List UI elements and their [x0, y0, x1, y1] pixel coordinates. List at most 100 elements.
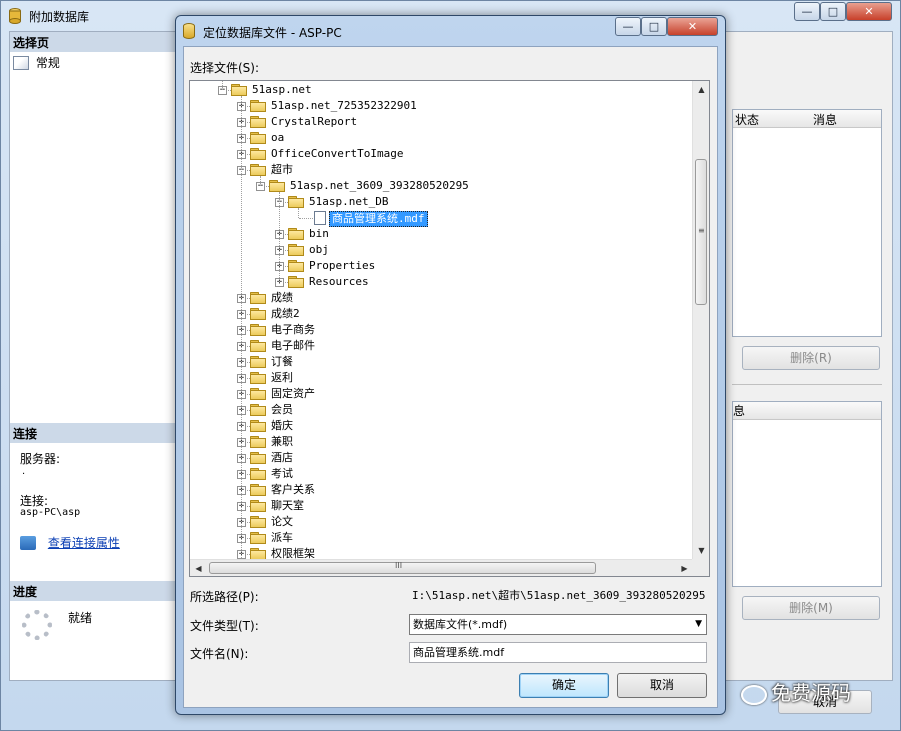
scroll-down-icon[interactable]: ▼	[693, 542, 709, 559]
tree-file-item[interactable]: 商品管理系统.mdf	[190, 210, 693, 227]
grip-icon: ≡	[698, 226, 705, 235]
selected-path-field[interactable]: I:\51asp.net\超市\51asp.net_3609_393280520…	[409, 586, 707, 606]
tree-folder-item[interactable]: + 成绩	[190, 290, 693, 306]
tree-folder-item[interactable]: + OfficeConvertToImage	[190, 146, 693, 162]
tree-item-label: 酒店	[271, 451, 293, 464]
tree-folder-item[interactable]: + 会员	[190, 402, 693, 418]
locate-database-files-dialog: 定位数据库文件 - ASP-PC — □ ✕ 选择文件(S): −51asp.n…	[175, 15, 726, 715]
scrollbar-thumb[interactable]: III	[209, 561, 596, 574]
tree-guide-line	[298, 208, 299, 218]
tree-folder-item[interactable]: + Resources	[190, 274, 693, 290]
folder-icon	[250, 372, 266, 384]
window-title: 附加数据库	[29, 10, 90, 24]
folder-icon	[250, 548, 266, 559]
tree-folder-item[interactable]: −51asp.net_DB	[190, 194, 693, 210]
file-icon	[314, 211, 326, 225]
connection-header: 连接	[10, 423, 176, 443]
watermark-text: 免费源码	[771, 681, 851, 705]
folder-icon	[250, 388, 266, 400]
maximize-button[interactable]: □	[641, 17, 667, 36]
tree-guide-line	[222, 81, 223, 90]
folder-icon	[250, 484, 266, 496]
scroll-left-icon[interactable]: ◀	[190, 560, 207, 576]
wechat-icon	[741, 684, 767, 705]
tree-folder-item[interactable]: + 论文	[190, 514, 693, 530]
view-connection-properties-label: 查看连接属性	[47, 536, 120, 550]
page-icon	[13, 55, 29, 70]
server-label: 服务器:	[20, 452, 61, 466]
tree-item-label: 派车	[271, 531, 293, 544]
nav-item-general[interactable]: 常规	[13, 54, 60, 70]
folder-icon	[231, 84, 247, 96]
tree-folder-item[interactable]: + 成绩2	[190, 306, 693, 322]
folder-icon	[250, 468, 266, 480]
tree-folder-item[interactable]: + 考试	[190, 466, 693, 482]
tree-item-label: 客户关系	[271, 483, 315, 496]
tree-folder-item[interactable]: + 固定资产	[190, 386, 693, 402]
file-tree-rows: −51asp.net +51asp.net_725352322901 + Crysta…	[190, 81, 693, 559]
tree-item-label: Properties	[309, 259, 376, 272]
folder-icon	[250, 100, 266, 112]
tree-item-label: 返利	[271, 371, 293, 384]
tree-folder-item[interactable]: + bin	[190, 226, 693, 242]
tree-item-label: 论文	[271, 515, 293, 528]
tree-folder-item[interactable]: + 订餐	[190, 354, 693, 370]
view-connection-properties-link[interactable]: 查看连接属性	[20, 534, 120, 551]
column-message[interactable]: 消息	[813, 111, 837, 128]
tree-item-label: 电子商务	[271, 323, 315, 336]
folder-icon	[250, 116, 266, 128]
maximize-button[interactable]: □	[820, 2, 846, 21]
tree-folder-item[interactable]: −51asp.net	[190, 82, 693, 98]
watermark: 免费源码	[741, 677, 851, 706]
scrollbar-thumb[interactable]: ≡	[695, 159, 707, 305]
grid-header: 状态 消息	[733, 110, 881, 128]
file-type-select[interactable]: 数据库文件(*.mdf) ▼	[409, 614, 707, 635]
tree-folder-item[interactable]: + 兼职	[190, 434, 693, 450]
tree-folder-item[interactable]: +51asp.net_725352322901	[190, 98, 693, 114]
database-icon	[9, 8, 21, 24]
tree-folder-item[interactable]: + 返利	[190, 370, 693, 386]
remove-file-button[interactable]: 删除(M)	[742, 596, 880, 620]
tree-folder-item[interactable]: + CrystalReport	[190, 114, 693, 130]
tree-item-label: 订餐	[271, 355, 293, 368]
tree-item-label: obj	[309, 243, 329, 256]
close-button[interactable]: ✕	[667, 17, 718, 36]
file-tree[interactable]: −51asp.net +51asp.net_725352322901 + Crysta…	[189, 80, 710, 577]
tree-folder-item[interactable]: + 婚庆	[190, 418, 693, 434]
tree-folder-item[interactable]: + 电子邮件	[190, 338, 693, 354]
cancel-button[interactable]: 取消	[617, 673, 707, 698]
database-details-grid[interactable]: 息	[732, 401, 882, 587]
file-type-value: 数据库文件(*.mdf)	[413, 618, 508, 631]
tree-folder-item[interactable]: + 酒店	[190, 450, 693, 466]
tree-item-label: 51asp.net_3609_393280520295	[290, 179, 469, 192]
column-status[interactable]: 状态	[735, 111, 759, 128]
tree-folder-item[interactable]: + 客户关系	[190, 482, 693, 498]
column-message-fragment: 息	[733, 404, 746, 418]
folder-icon	[250, 532, 266, 544]
close-button[interactable]: ✕	[846, 2, 892, 21]
tree-folder-item[interactable]: + Properties	[190, 258, 693, 274]
horizontal-scrollbar[interactable]: ◀ III ▶	[190, 559, 693, 576]
progress-status: 就绪	[68, 611, 93, 625]
folder-icon	[250, 356, 266, 368]
folder-icon	[250, 308, 266, 320]
tree-folder-item[interactable]: − 超市	[190, 162, 693, 178]
minimize-button[interactable]: —	[615, 17, 641, 36]
tree-folder-item[interactable]: −51asp.net_3609_393280520295	[190, 178, 693, 194]
minimize-button[interactable]: —	[794, 2, 820, 21]
tree-folder-item[interactable]: + obj	[190, 242, 693, 258]
file-name-field[interactable]: 商品管理系统.mdf	[409, 642, 707, 663]
databases-grid[interactable]: 状态 消息	[732, 109, 882, 337]
tree-folder-item[interactable]: + oa	[190, 130, 693, 146]
ok-button[interactable]: 确定	[519, 673, 609, 698]
tree-folder-item[interactable]: + 派车	[190, 530, 693, 546]
remove-database-button[interactable]: 删除(R)	[742, 346, 880, 370]
folder-icon	[269, 180, 285, 192]
vertical-scrollbar[interactable]: ▲ ≡ ▼	[692, 81, 709, 559]
scroll-up-icon[interactable]: ▲	[693, 81, 709, 98]
tree-folder-item[interactable]: + 电子商务	[190, 322, 693, 338]
select-file-label: 选择文件(S):	[190, 61, 260, 75]
scroll-right-icon[interactable]: ▶	[676, 560, 693, 576]
tree-folder-item[interactable]: + 聊天室	[190, 498, 693, 514]
tree-folder-item[interactable]: + 权限框架	[190, 546, 693, 559]
